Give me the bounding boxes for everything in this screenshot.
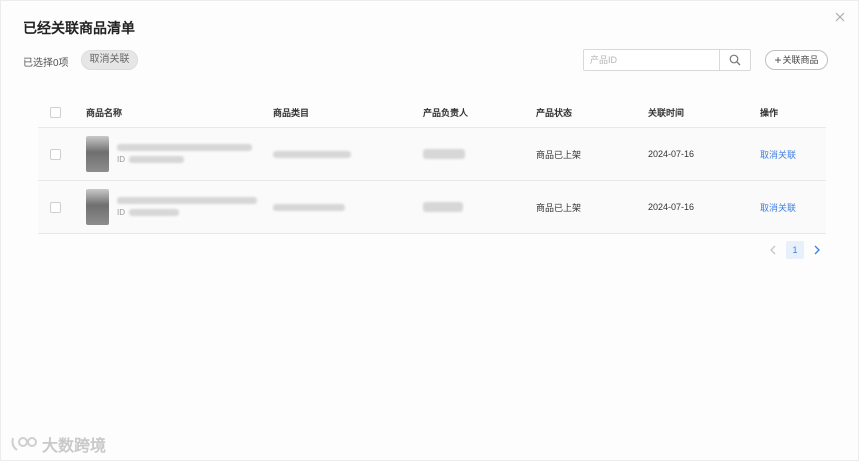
search-button[interactable] — [719, 50, 750, 70]
unlink-button[interactable]: 取消关联 — [760, 148, 796, 161]
product-id-label: ID — [117, 208, 125, 217]
column-header: 产品状态 — [536, 107, 573, 118]
table-row: ID 商品已上架 2024-07-16 取消关联 — [38, 181, 826, 234]
link-time: 2024-07-16 — [648, 202, 695, 212]
unlink-button[interactable]: 取消关联 — [760, 201, 796, 214]
dialog: 已经关联商品清单 已选择0项 取消关联 +关联商品 商品名称 商品类目 产品负责… — [0, 0, 859, 461]
watermark: 大数跨境 — [9, 432, 106, 456]
blurred-product-id — [129, 209, 179, 216]
row-checkbox[interactable] — [50, 148, 61, 160]
chevron-right-icon[interactable] — [810, 241, 824, 259]
product-status: 商品已上架 — [536, 149, 582, 160]
search-icon — [729, 54, 741, 66]
product-id-label: ID — [117, 155, 125, 164]
table-row: ID 商品已上架 2024-07-16 取消关联 — [38, 128, 826, 181]
product-thumbnail — [86, 189, 109, 225]
search-box — [583, 49, 751, 71]
page-number[interactable]: 1 — [786, 241, 804, 259]
column-header: 操作 — [760, 107, 779, 118]
close-icon[interactable] — [832, 9, 848, 25]
add-link-button[interactable]: +关联商品 — [765, 50, 828, 70]
blurred-product-name — [117, 197, 257, 204]
column-header: 关联时间 — [648, 107, 685, 118]
column-header: 商品名称 — [86, 107, 123, 118]
column-header: 产品负责人 — [423, 107, 469, 118]
linked-products-table: 商品名称 商品类目 产品负责人 产品状态 关联时间 操作 ID 商品已上架 20… — [38, 97, 826, 234]
link-time: 2024-07-16 — [648, 149, 695, 159]
watermark-logo-icon — [11, 437, 37, 451]
pagination: 1 — [766, 241, 824, 259]
watermark-text: 大数跨境 — [42, 438, 107, 455]
blurred-owner — [423, 202, 463, 212]
product-name-cell: ID — [86, 181, 257, 233]
product-name-cell: ID — [86, 128, 252, 180]
product-status: 商品已上架 — [536, 202, 582, 213]
blurred-category — [273, 203, 345, 211]
column-header: 商品类目 — [273, 107, 310, 118]
selected-count: 已选择0项 — [23, 58, 69, 69]
dialog-title: 已经关联商品清单 — [23, 20, 135, 36]
blurred-product-id — [129, 156, 184, 163]
product-id-search-input[interactable] — [584, 50, 719, 70]
unlink-selected-button[interactable]: 取消关联 — [81, 50, 138, 70]
blurred-category — [273, 150, 351, 158]
table-header: 商品名称 商品类目 产品负责人 产品状态 关联时间 操作 — [38, 97, 826, 128]
blurred-product-name — [117, 144, 252, 151]
select-all-checkbox[interactable] — [50, 106, 61, 118]
add-link-label: 关联商品 — [782, 55, 819, 65]
row-checkbox[interactable] — [50, 201, 61, 213]
product-thumbnail — [86, 136, 109, 172]
plus-icon: + — [774, 53, 782, 67]
blurred-owner — [423, 149, 465, 159]
chevron-left-icon[interactable] — [766, 241, 780, 259]
